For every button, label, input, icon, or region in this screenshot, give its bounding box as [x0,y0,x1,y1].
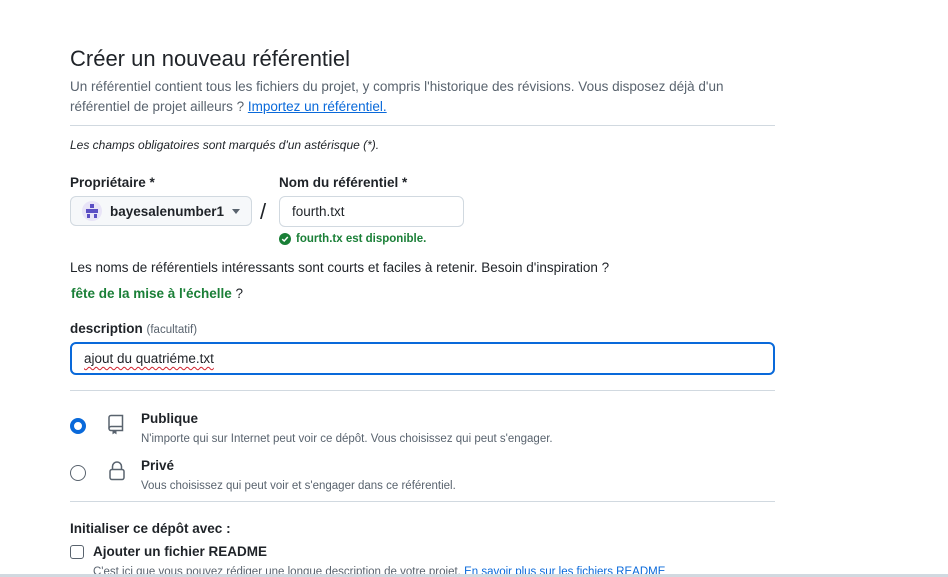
private-text: Privé Vous choisissez qui peut voir et s… [141,457,456,494]
public-radio[interactable] [70,418,86,434]
readme-label: Ajouter un fichier README [93,544,268,559]
description-value: ajout du quatriéme.txt [84,351,214,366]
description-label: description (facultatif) [70,320,197,339]
description-label-text: description [70,321,143,336]
readme-checkbox[interactable] [70,544,84,559]
divider-description [70,390,775,391]
divider-visibility [70,501,775,502]
naming-hint: Les noms de référentiels intéressants so… [70,260,610,275]
name-suggestion: fête de la mise à l'échelle ? [71,285,243,303]
suggestion-link[interactable]: fête de la mise à l'échelle [71,286,232,301]
init-title: Initialiser ce dépôt avec : [70,521,231,536]
lock-icon [109,461,125,481]
public-title: Publique [141,411,198,426]
page: Créer un nouveau référentiel Un référent… [0,0,948,577]
private-title: Privé [141,458,175,473]
repo-name-input[interactable] [279,196,464,227]
owner-dropdown[interactable]: bayesalenumber1 [70,196,252,226]
repo-name-label: Nom du référentiel * [279,175,408,190]
owner-name: bayesalenumber1 [110,203,225,219]
owner-label: Propriétaire * [70,175,155,190]
new-repo-form: Créer un nouveau référentiel Un référent… [70,44,775,577]
import-repo-link[interactable]: Importez un référentiel. [248,99,387,114]
required-note: Les champs obligatoires sont marqués d'u… [70,138,380,152]
private-desc: Vous choisissez qui peut voir et s'engag… [141,480,456,492]
public-text: Publique N'importe qui sur Internet peut… [141,410,553,447]
readme-option[interactable]: Ajouter un fichier README [70,544,267,559]
repo-icon [108,414,124,435]
visibility-option-public[interactable]: Publique N'importe qui sur Internet peut… [70,410,553,447]
avatar [82,201,102,221]
private-radio[interactable] [70,465,86,481]
check-circle-icon [279,233,291,245]
optional-tag: (facultatif) [146,324,198,336]
availability-text: fourth.tx est disponible. [296,233,427,245]
description-input[interactable]: ajout du quatriéme.txt [70,342,775,375]
intro-description: Un référentiel contient tous les fichier… [70,79,724,114]
chevron-down-icon [232,209,240,214]
visibility-option-private[interactable]: Privé Vous choisissez qui peut voir et s… [70,457,456,494]
suggestion-suffix: ? [231,286,244,301]
public-desc: N'importe qui sur Internet peut voir ce … [141,433,553,445]
avatar-icon [86,204,98,218]
page-title: Créer un nouveau référentiel [70,46,351,71]
divider-top [70,125,775,126]
intro-text: Un référentiel contient tous les fichier… [70,77,775,117]
owner-repo-separator: / [260,199,267,224]
availability-status: fourth.tx est disponible. [279,233,426,245]
